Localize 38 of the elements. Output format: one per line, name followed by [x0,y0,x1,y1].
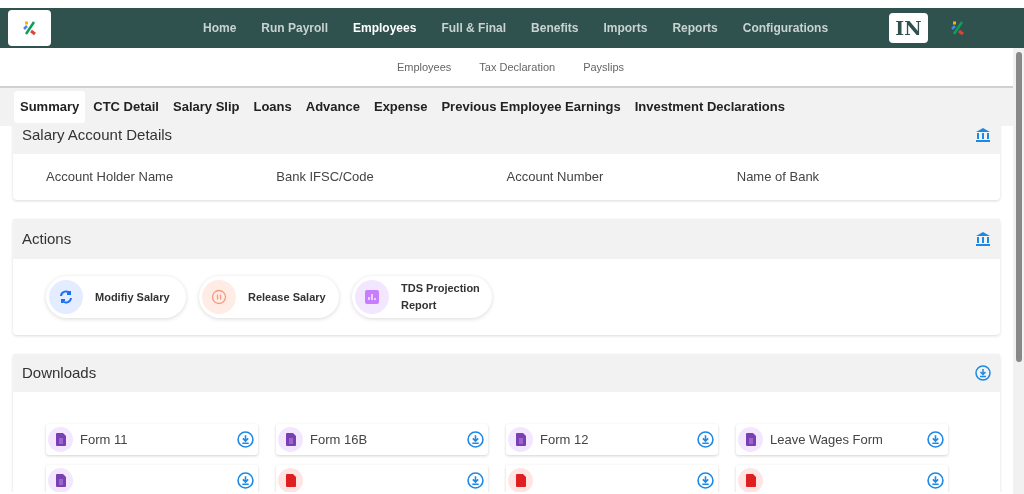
download-label: Form 16B [310,430,368,449]
nav-link[interactable]: Configurations [730,19,841,37]
action-button[interactable]: Modifiy Salary [46,276,186,318]
action-button[interactable]: TDS Projection Report [352,276,492,318]
field-label: Account Number [506,168,605,187]
nav-link[interactable]: Employees [341,19,429,37]
nav-link[interactable]: Reports [660,19,730,37]
download-item[interactable]: Form 16B [276,424,488,455]
tab[interactable]: Summary [14,91,86,123]
tab[interactable]: Advance [299,91,366,123]
field-label: Bank IFSC/Code [276,168,375,187]
tab[interactable]: Investment Declarations [628,91,791,123]
field-label: Name of Bank [736,168,821,187]
download-label: Leave Wages Form [770,430,883,449]
subnav-link[interactable]: Employees [396,58,452,76]
section-title: Downloads [22,362,97,383]
subnav-link[interactable]: Payslips [583,58,625,76]
action-button[interactable]: Release Salary [199,276,339,318]
section-title: Actions [22,228,72,249]
field-label: Account Holder Name [46,168,175,187]
nav-link[interactable]: Benefits [519,19,591,37]
tab[interactable]: Expense [367,91,434,123]
country-badge[interactable]: IN [889,13,928,43]
tab[interactable]: CTC Detail [87,91,165,123]
subnav-link[interactable]: Tax Declaration [479,58,556,76]
nav-link[interactable]: Home [191,19,249,37]
download-item[interactable]: Form 12 [506,424,718,455]
download-item[interactable]: Form 11 [46,424,258,455]
tab[interactable]: Salary Slip [167,91,246,123]
nav-link[interactable]: Full & Final [429,19,519,37]
tab[interactable]: Previous Employee Earnings [435,91,627,123]
tab[interactable]: Loans [247,91,298,123]
section-title: Salary Account Details [22,126,173,145]
download-label: Form 11 [80,430,128,449]
download-label: Form 12 [540,430,589,449]
download-item[interactable]: Leave Wages Form [736,424,948,455]
nav-link[interactable]: Imports [591,19,660,37]
nav-link[interactable]: Run Payroll [249,19,341,37]
